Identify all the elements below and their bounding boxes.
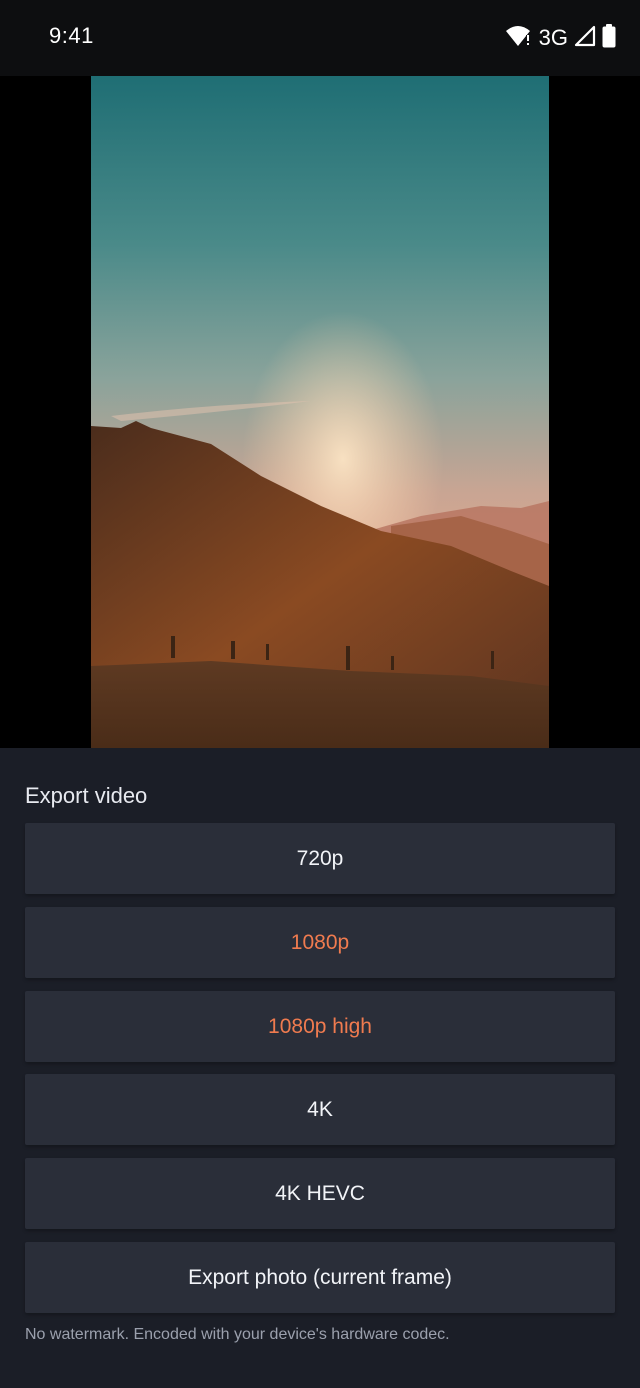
export-4k-hevc-button[interactable]: 4K HEVC: [25, 1158, 615, 1229]
status-icons: 3G: [505, 23, 616, 53]
footer-note: No watermark. Encoded with your device's…: [25, 1326, 450, 1343]
status-time: 9:41: [49, 23, 94, 48]
export-photo-button[interactable]: Export photo (current frame): [25, 1242, 615, 1313]
export-720p-button[interactable]: 720p: [25, 823, 615, 894]
export-1080p-high-button[interactable]: 1080p high: [25, 991, 615, 1062]
wifi-icon: [505, 25, 531, 52]
signal-icon: [574, 25, 596, 52]
video-preview: [0, 76, 640, 748]
status-bar: 9:41 3G: [0, 0, 640, 76]
export-4k-button[interactable]: 4K: [25, 1074, 615, 1145]
battery-icon: [602, 23, 616, 53]
export-sheet-title: Export video: [25, 783, 148, 808]
network-type-label: 3G: [538, 25, 568, 50]
export-sheet: Export video 720p 1080p 1080p high 4K 4K…: [0, 748, 640, 1388]
export-1080p-button[interactable]: 1080p: [25, 907, 615, 978]
preview-frame-image: [91, 76, 549, 748]
